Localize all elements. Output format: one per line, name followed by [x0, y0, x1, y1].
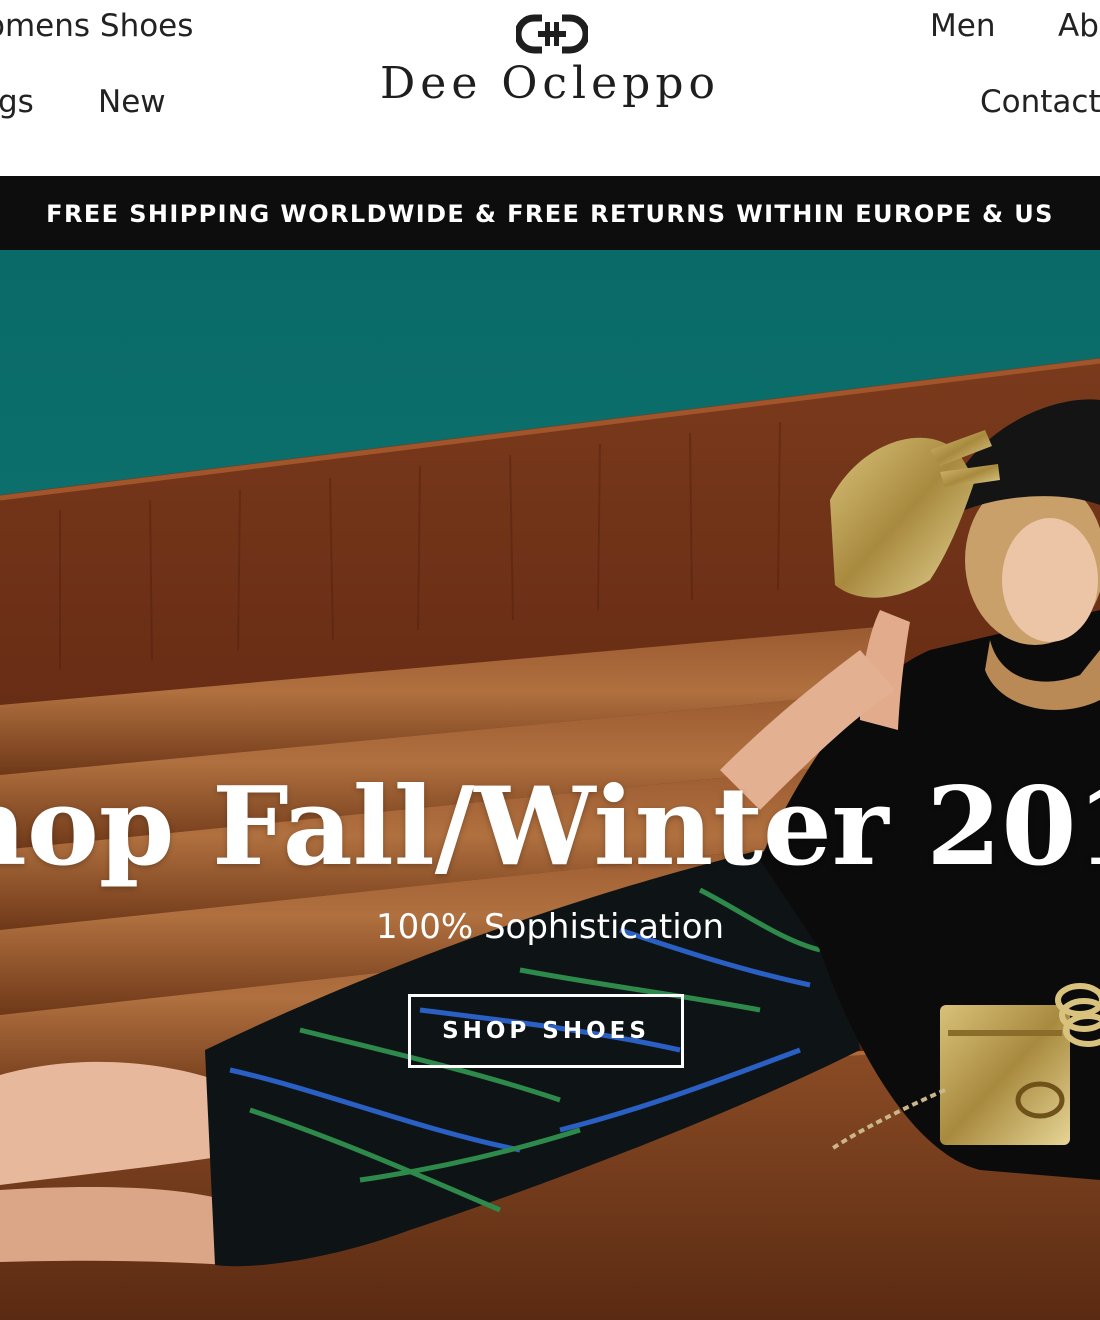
hero-title: hop Fall/Winter 201	[0, 764, 1100, 890]
shop-shoes-button[interactable]: SHOP SHOES	[408, 994, 684, 1068]
nav-new[interactable]: New	[98, 82, 166, 122]
hero-banner[interactable]: hop Fall/Winter 201 100% Sophistication …	[0, 250, 1100, 1320]
nav-men[interactable]: Men	[930, 6, 995, 46]
nav-womens-shoes[interactable]: omens Shoes	[0, 6, 193, 46]
promo-banner: FREE SHIPPING WORLDWIDE & FREE RETURNS W…	[0, 176, 1100, 250]
brand-name[interactable]: Dee Ocleppo	[330, 54, 770, 114]
hero-subtitle: 100% Sophistication	[375, 907, 725, 947]
nav-about[interactable]: Ab	[1058, 6, 1099, 46]
site-header: omens Shoes gs New Dee Ocleppo Men Ab Co…	[0, 0, 1100, 176]
nav-bags[interactable]: gs	[0, 82, 34, 122]
brand-monogram-icon[interactable]	[516, 14, 588, 54]
nav-contact[interactable]: Contact	[980, 82, 1100, 122]
promo-text: FREE SHIPPING WORLDWIDE & FREE RETURNS W…	[46, 200, 1054, 228]
